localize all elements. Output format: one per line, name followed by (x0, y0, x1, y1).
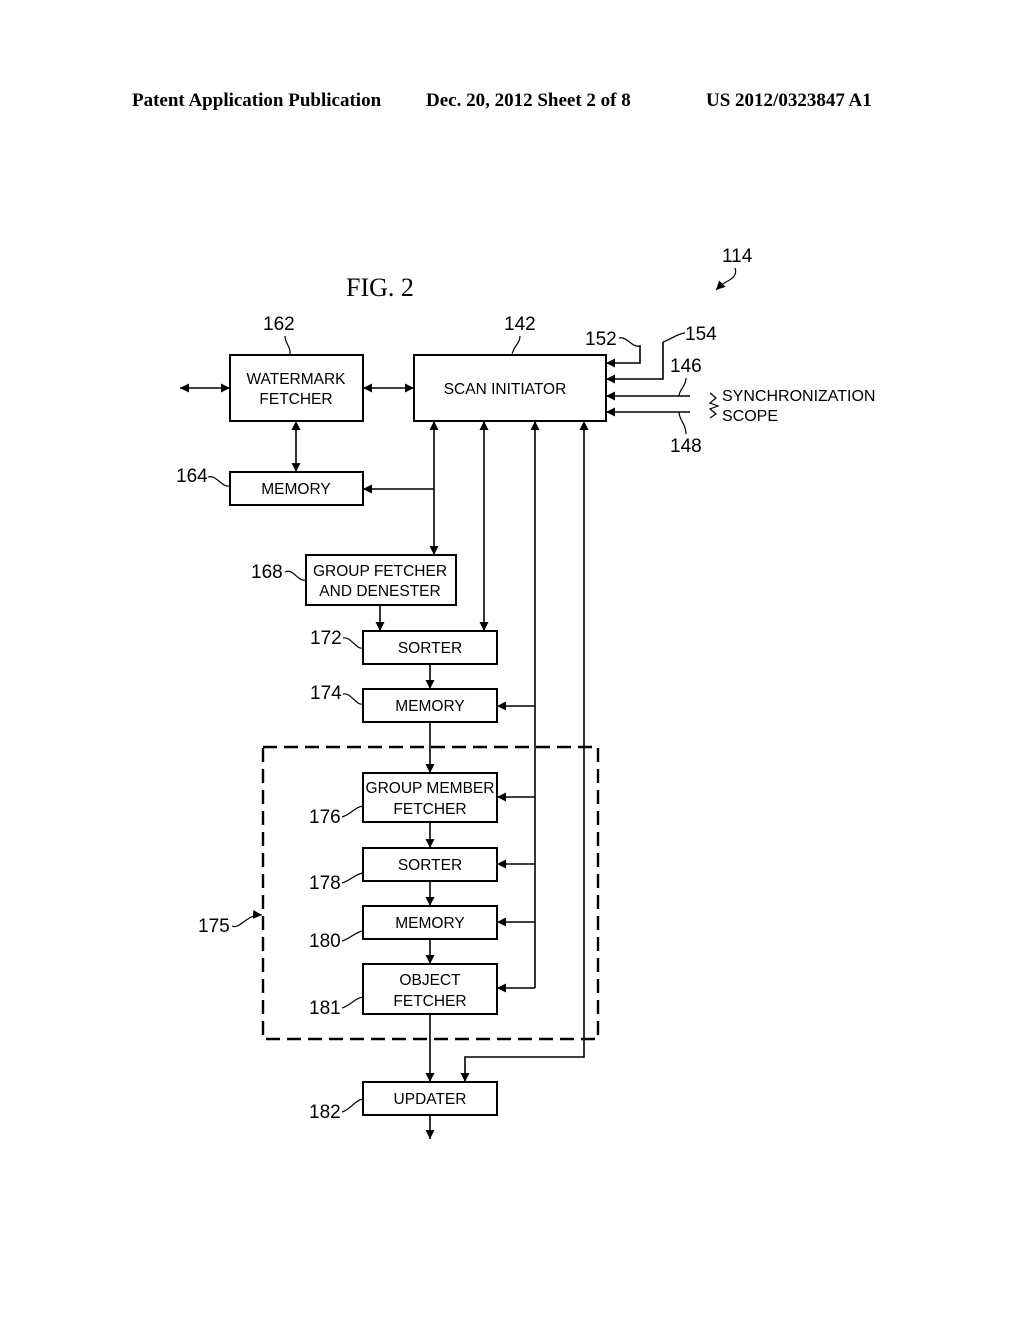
sorter-178-block: SORTER (362, 847, 498, 882)
ref-146-leader (678, 377, 687, 397)
memory-164-block: MEMORY (229, 471, 364, 506)
updater-block: UPDATER (362, 1081, 498, 1116)
group-fetcher-denester-block: GROUP FETCHER AND DENESTER (305, 554, 457, 606)
memory-174-block: MEMORY (362, 688, 498, 723)
ref-175-arrow (231, 909, 263, 928)
memory-180-block: MEMORY (362, 905, 498, 940)
group-member-fetcher-block: GROUP MEMBER FETCHER (362, 772, 498, 823)
gm-fetcher-label-2: FETCHER (393, 801, 466, 818)
watermark-fetcher-block: WATERMARK FETCHER (229, 354, 364, 422)
ref-172-leader (342, 637, 364, 649)
figure-title: FIG. 2 (346, 273, 414, 302)
ref-154-leader (662, 332, 686, 343)
sync-scope-label-1: SYNCHRONIZATION (722, 388, 875, 405)
ref-114-arrow (715, 267, 737, 291)
object-fetcher-block: OBJECT FETCHER (362, 963, 498, 1015)
ref-162: 162 (263, 314, 295, 335)
ref-142: 142 (504, 314, 536, 335)
sorter-172-label: SORTER (398, 640, 462, 657)
ref-174-leader (342, 693, 364, 705)
sorter-178-label: SORTER (398, 857, 462, 874)
ref-152-leader (618, 337, 641, 347)
ref-180: 180 (309, 931, 341, 952)
ref-176: 176 (309, 807, 341, 828)
watermark-fetcher-label-2: FETCHER (259, 391, 332, 408)
ref-168-leader (284, 570, 307, 581)
gm-fetcher-label-1: GROUP MEMBER (366, 780, 495, 797)
block-diagram: FIG. 2 114 WATERMARK FETCHER 162 SCAN IN… (176, 246, 875, 1139)
ref-148-leader (678, 411, 687, 435)
memory-174-label: MEMORY (395, 698, 464, 715)
sync-scope-brace (708, 392, 720, 419)
ref-164-leader (207, 476, 231, 487)
ref-114: 114 (722, 246, 753, 267)
ref-174: 174 (310, 683, 342, 704)
ref-154: 154 (685, 324, 717, 345)
object-fetcher-label-1: OBJECT (399, 972, 461, 989)
scan-initiator-block: SCAN INITIATOR (413, 354, 607, 422)
sorter-172-block: SORTER (362, 630, 498, 665)
ref-148: 148 (670, 436, 702, 457)
ref-182: 182 (309, 1102, 341, 1123)
memory-180-label: MEMORY (395, 915, 464, 932)
ref-178: 178 (309, 873, 341, 894)
ref-181: 181 (309, 998, 341, 1019)
ref-162-leader (284, 335, 291, 356)
memory-164-label: MEMORY (261, 481, 330, 498)
ref-142-leader (511, 335, 521, 356)
ref-146: 146 (670, 356, 702, 377)
updater-label: UPDATER (394, 1091, 467, 1108)
ref-182-leader (341, 1098, 364, 1113)
watermark-fetcher-label-1: WATERMARK (246, 371, 346, 388)
ref-172: 172 (310, 628, 342, 649)
sync-scope-label-2: SCOPE (722, 408, 778, 425)
scan-initiator-label: SCAN INITIATOR (444, 381, 567, 398)
ref-181-leader (341, 996, 364, 1009)
ref-168: 168 (251, 562, 283, 583)
ref-164: 164 (176, 466, 208, 487)
object-fetcher-label-2: FETCHER (393, 993, 466, 1010)
ref-152: 152 (585, 329, 617, 350)
ref-175: 175 (198, 916, 230, 937)
ref-176-leader (341, 805, 364, 818)
group-fetcher-label-1: GROUP FETCHER (313, 563, 447, 580)
ref-180-leader (341, 930, 364, 942)
ref-178-leader (341, 872, 364, 884)
group-fetcher-label-2: AND DENESTER (319, 583, 440, 600)
